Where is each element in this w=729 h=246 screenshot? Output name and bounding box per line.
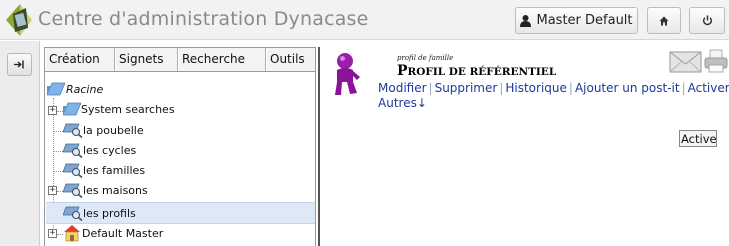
family-caption: profil de famille [397,54,454,62]
action-activer[interactable]: Activer [688,81,729,95]
tree-item-label: les maisons [83,183,148,197]
action-separator: | [428,81,433,95]
search-folder-icon [63,143,83,158]
expand-panel-button[interactable] [7,53,32,76]
action-historique[interactable]: Historique [505,81,567,95]
document-title: PROFIL DE RÉFÉRENTIEL [397,63,556,79]
action-separator: | [681,81,686,95]
folder-icon [63,102,81,116]
mail-icon[interactable] [669,50,703,74]
home-button[interactable] [647,7,681,34]
tree-item-label: les cycles [83,143,137,157]
power-icon [702,15,712,26]
app-header: Centre d'administration Dynacase Master … [0,0,729,40]
tree-item-label: System searches [81,102,175,116]
action-ajouter-post-it[interactable]: Ajouter un post-it [575,81,680,95]
tree-item-les-maisons[interactable]: les maisons [63,180,148,200]
document-title-initial: P [397,63,408,79]
tree-connector [54,151,63,152]
search-folder-icon [63,206,83,221]
user-icon [520,14,532,27]
action-autres[interactable]: Autres↓ [378,96,427,110]
document-title-rest: ROFIL DE RÉFÉRENTIEL [407,66,557,78]
folder-icon [47,82,65,96]
menu-signets[interactable]: Signets [115,48,178,71]
menu-outils[interactable]: Outils [266,48,315,71]
search-folder-icon [63,123,83,138]
tree-connector [54,171,63,172]
document-actions: Modifier | Supprimer | Historique | Ajouter un… [378,81,729,95]
tree-item-la-poubelle[interactable]: la poubelle [63,120,144,140]
action-supprimer[interactable]: Supprimer [435,81,498,95]
tree-item-les-profils[interactable]: les profils [46,202,315,224]
tree-root[interactable]: Racine [47,79,103,99]
user-menu-button[interactable]: Master Default [515,7,638,34]
tree-item-default-master[interactable]: Default Master [63,223,163,243]
logout-button[interactable] [689,7,725,34]
search-folder-icon [63,183,83,198]
print-icon[interactable] [704,49,728,73]
dynacase-logo-icon [6,4,32,36]
tree-item-label: les familles [83,163,146,177]
tree-item-label: la poubelle [83,123,144,137]
tree-item-les-familles[interactable]: les familles [63,160,145,180]
user-home-icon [64,225,80,242]
action-modifier[interactable]: Modifier [378,81,427,95]
tree-item-system-searches[interactable]: System searches [63,99,175,119]
app-title: Centre d'administration Dynacase [38,8,369,30]
expand-panel-icon [14,60,24,69]
search-folder-icon [63,163,83,178]
activate-button[interactable]: Activer [679,130,717,147]
action-separator: | [568,81,573,95]
left-sidebar [0,41,40,246]
tree-menubar: Création Signets Recherche Outils [45,48,315,72]
expand-toggle[interactable]: + [48,106,57,115]
menu-recherche[interactable]: Recherche [178,48,266,71]
home-icon [659,16,669,25]
expand-toggle[interactable]: + [48,229,57,238]
menu-creation[interactable]: Création [45,48,115,71]
tree-item-label: les profils [83,206,136,220]
tree-panel: Création Signets Recherche Outils Racine… [44,47,316,246]
panel-divider[interactable] [318,47,320,246]
expand-toggle[interactable]: + [48,186,57,195]
tree-item-label: Default Master [82,226,164,240]
tree-root-label: Racine [66,82,104,96]
family-profile-icon [335,53,360,95]
user-name: Master Default [536,13,633,28]
tree-item-les-cycles[interactable]: les cycles [63,140,136,160]
tree-connector [54,131,63,132]
